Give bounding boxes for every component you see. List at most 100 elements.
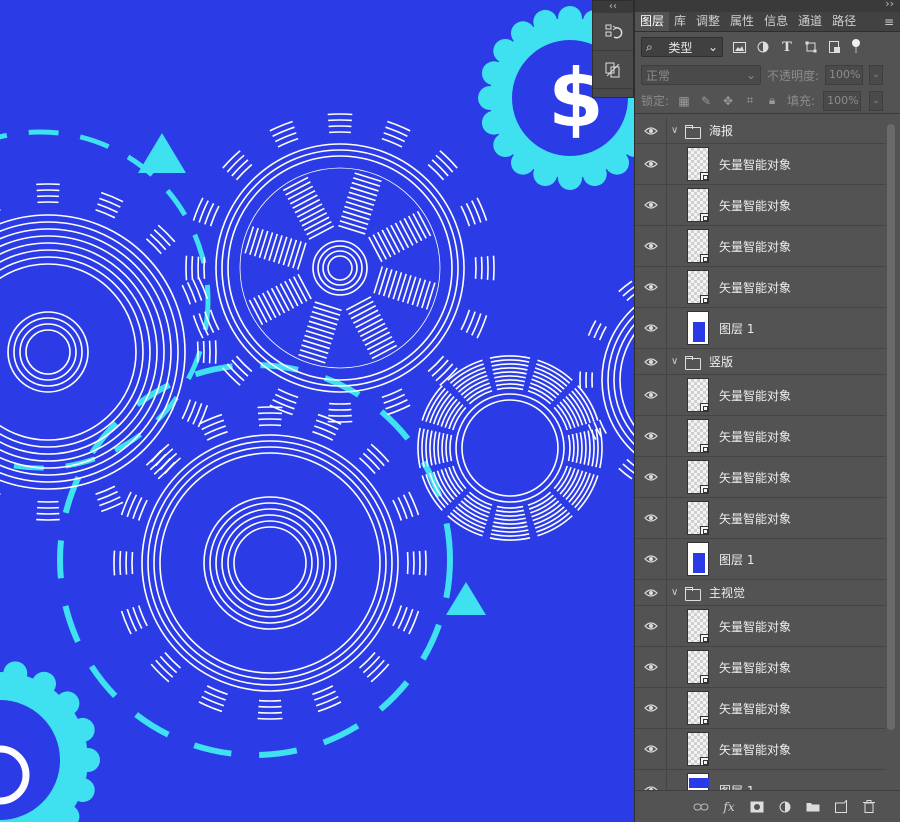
visibility-eye-icon[interactable] [635,226,667,266]
new-layer-icon[interactable] [833,799,849,815]
panel-collapse-bar[interactable]: ›› [635,0,900,12]
chevron-down-icon[interactable]: ∨ [671,125,683,136]
visibility-eye-icon[interactable] [635,416,667,456]
visibility-eye-icon[interactable] [635,185,667,225]
layer-group-row[interactable]: ∨ 主视觉 [635,580,885,606]
layer-row[interactable]: 矢量智能对象 [635,457,885,498]
gear-tooth [362,452,381,471]
gear-ring [221,514,319,612]
tab-info[interactable]: 信息 [759,12,793,31]
opacity-dropdown[interactable]: ⌄ [869,65,884,85]
gear-tooth [392,605,403,627]
layer-filter-row: ⌕ 类型 ⌄ T [635,32,900,62]
visibility-eye-icon[interactable] [635,647,667,687]
visibility-eye-icon[interactable] [635,729,667,769]
fill-dropdown[interactable]: ⌄ [869,90,884,111]
dock-collapse-button[interactable]: ‹‹ [593,1,633,13]
smart-object-filter-icon[interactable] [827,39,843,55]
gear-spoke [301,212,328,227]
gear-spoke [308,225,335,240]
tab-layers[interactable]: 图层 [635,12,670,31]
lock-all-icon[interactable]: 🔒︎ [765,93,779,108]
visibility-eye-icon[interactable] [635,308,667,348]
layer-list-scrollbar[interactable] [887,124,895,730]
properties-icon[interactable] [593,51,633,89]
tab-channels[interactable]: 通道 [793,12,827,31]
gear-tooth [575,432,579,464]
opacity-input[interactable]: 100% [825,65,864,85]
new-group-icon[interactable] [805,799,821,815]
gear-tooth [362,655,381,674]
layer-row[interactable]: 矢量智能对象 [635,416,885,457]
layer-row[interactable]: 矢量智能对象 [635,647,885,688]
mask-icon[interactable] [749,799,765,815]
document-canvas[interactable]: $ [0,0,636,822]
gear-tooth [231,159,249,177]
gear-spoke [262,292,277,319]
visibility-eye-icon[interactable] [635,770,667,790]
layer-row[interactable]: 矢量智能对象 [635,267,885,308]
filter-toggle[interactable] [851,39,861,55]
visibility-eye-icon[interactable] [635,606,667,646]
visibility-eye-icon[interactable] [635,539,667,579]
lock-transparent-icon[interactable]: ▦ [677,94,691,108]
folder-icon [685,586,701,601]
adjustment-layer-icon[interactable] [777,799,793,815]
layer-row[interactable]: 图层 1 [635,770,885,790]
tab-adjustments[interactable]: 调整 [691,12,725,31]
gear-tooth [358,651,376,669]
visibility-eye-icon[interactable] [635,498,667,538]
layer-group-row[interactable]: ∨ 竖版 [635,349,885,375]
gear-spoke [266,290,281,316]
layer-row[interactable]: 矢量智能对象 [635,498,885,539]
layer-group-row[interactable]: ∨ 海报 [635,118,885,144]
dashed-orbit [0,129,211,471]
delete-icon[interactable] [861,799,877,815]
visibility-eye-icon[interactable] [635,144,667,184]
fill-input[interactable]: 100% [823,90,862,111]
gear-tooth [209,205,220,227]
tab-paths[interactable]: 路径 [827,12,861,31]
filter-kind-select[interactable]: ⌕ 类型 ⌄ [641,37,723,57]
gear-tooth [571,433,575,463]
tab-libraries[interactable]: 库 [669,12,691,31]
gear-tooth [381,388,403,399]
type-filter-icon[interactable]: T [779,39,795,55]
lock-position-icon[interactable]: ✥ [721,94,735,108]
layer-thumbnail [687,311,709,345]
layer-row[interactable]: 矢量智能对象 [635,729,885,770]
layer-row[interactable]: 矢量智能对象 [635,185,885,226]
layer-row[interactable]: 矢量智能对象 [635,375,885,416]
shape-filter-icon[interactable] [803,39,819,55]
visibility-eye-icon[interactable] [635,457,667,497]
chevron-down-icon[interactable]: ∨ [671,587,683,598]
layer-row[interactable]: 矢量智能对象 [635,606,885,647]
gear-tooth [492,525,528,529]
chevron-down-icon[interactable]: ∨ [671,356,683,367]
visibility-eye-icon[interactable] [635,580,667,605]
lock-image-icon[interactable]: ✎ [699,94,713,108]
panel-collapse-button[interactable]: ›› [885,0,894,10]
layer-row[interactable]: 矢量智能对象 [635,688,885,729]
layer-row[interactable]: 图层 1 [635,308,885,349]
layer-name: 图层 1 [719,321,755,336]
visibility-eye-icon[interactable] [635,349,667,374]
blend-mode-select[interactable]: 正常 ⌄ [641,65,761,85]
visibility-eye-icon[interactable] [635,267,667,307]
link-icon[interactable] [693,799,709,815]
image-filter-icon[interactable] [731,39,747,55]
history-icon[interactable] [593,13,633,51]
tab-properties[interactable]: 属性 [725,12,759,31]
lock-artboard-icon[interactable]: ⌗ [743,93,757,108]
adjustment-filter-icon[interactable] [755,39,771,55]
visibility-eye-icon[interactable] [635,688,667,728]
layer-row[interactable]: 矢量智能对象 [635,226,885,267]
visibility-eye-icon[interactable] [635,375,667,415]
layer-row[interactable]: 图层 1 [635,539,885,580]
layer-row[interactable]: 矢量智能对象 [635,144,885,185]
visibility-eye-icon[interactable] [635,118,667,143]
triangle-shape [138,133,186,173]
gear-spoke [299,207,325,223]
fx-icon[interactable]: fx [721,799,737,815]
panel-menu-icon[interactable]: ≡ [884,15,894,29]
